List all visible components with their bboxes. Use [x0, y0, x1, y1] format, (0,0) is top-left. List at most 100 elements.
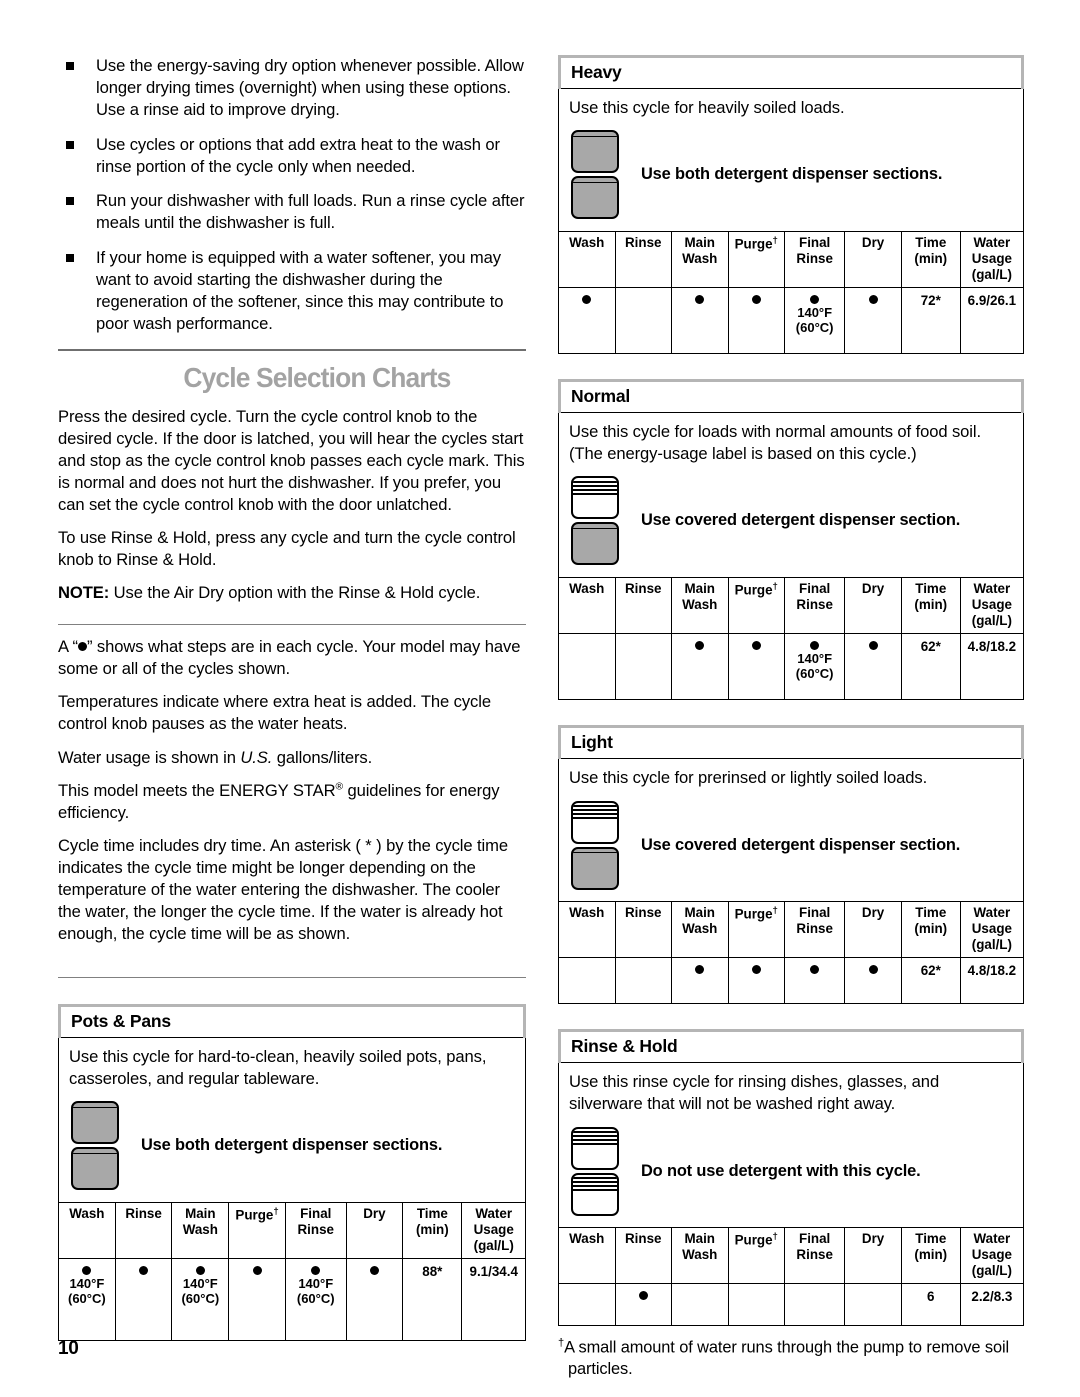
dagger-icon: †: [772, 234, 778, 246]
table-header-row: Wash Rinse Main Wash Purge† Final Rinse …: [558, 576, 1025, 635]
cycle-body: Use this cycle for prerinsed or lightly …: [558, 759, 1024, 902]
cycle-body: Use this cycle for heavily soiled loads.…: [558, 89, 1024, 231]
energy-tips-bullet-list: Use the energy-saving dry option wheneve…: [58, 55, 526, 335]
column-header-dry: Dry: [844, 901, 902, 959]
column-header-main-wash: Main Wash: [671, 230, 729, 289]
detergent-dispenser-icon: [71, 1101, 127, 1191]
cycle-panel-normal: Normal Use this cycle for loads with nor…: [558, 379, 1025, 701]
cycle-header-bar: Heavy: [558, 55, 1024, 89]
temp-celsius: (60°C): [181, 1291, 220, 1306]
cell-wash: [558, 633, 616, 701]
table-header-row: Wash Rinse Main Wash Purge† Final Rinse …: [558, 230, 1025, 289]
column-header-wash: Wash: [558, 230, 616, 289]
step-dot-icon: [195, 1266, 205, 1276]
detergent-dispenser-icon: [571, 800, 627, 890]
lid-line: [573, 181, 617, 184]
lid-line: [573, 135, 617, 138]
cell-time: 62*: [900, 633, 961, 701]
cycle-panel-light: Light Use this cycle for prerinsed or li…: [558, 725, 1025, 1005]
registered-trademark-icon: ®: [335, 781, 343, 793]
cycle-title: Rinse & Hold: [561, 1032, 1021, 1064]
column-header-water-usage: Water Usage (gal/L): [959, 1227, 1025, 1285]
column-header-rinse: Rinse: [114, 1201, 173, 1260]
note-label: NOTE:: [58, 583, 110, 603]
cell-water-usage: 6.9/26.1: [959, 287, 1025, 355]
cell-final-rinse: 140°F (60°C): [284, 1258, 347, 1342]
temp-fahrenheit: 140°F: [797, 651, 833, 667]
step-dot-icon: [868, 641, 878, 651]
column-header-dry: Dry: [844, 576, 902, 635]
table-row: 62* 4.8/18.2: [558, 957, 1025, 1005]
dispenser-instruction-row: Use covered detergent dispenser section.: [569, 471, 1013, 577]
step-dot-icon: [582, 295, 592, 305]
cycle-table-light: Wash Rinse Main Wash Purge† Final Rinse …: [558, 901, 1025, 1005]
cycle-panel-pots-and-pans: Pots & Pans Use this cycle for hard-to-c…: [58, 1004, 526, 1342]
temp-fahrenheit: 140°F: [797, 305, 833, 321]
step-dot-icon: [638, 1291, 648, 1301]
table-row: 140°F (60°C) 72* 6.9/26.1: [558, 287, 1025, 355]
cell-dry: [844, 957, 902, 1005]
cell-final-rinse: [783, 957, 846, 1005]
column-header-main-wash: Main Wash: [671, 901, 729, 959]
column-header-dry: Dry: [345, 1201, 404, 1260]
table-header-row: Wash Rinse Main Wash Purge† Final Rinse …: [558, 1227, 1025, 1285]
cell-time: 6: [900, 1283, 961, 1327]
cell-dry: [844, 1283, 902, 1327]
step-dot-icon: [751, 295, 761, 305]
column-header-final-rinse: Final Rinse: [783, 576, 846, 635]
column-header-water-usage: Water Usage (gal/L): [959, 576, 1025, 635]
square-bullet-icon: [66, 62, 74, 70]
purge-label: Purge: [734, 236, 773, 252]
column-header-final-rinse: Final Rinse: [783, 230, 846, 289]
cell-rinse: [614, 1283, 672, 1327]
cycle-header-bar: Rinse & Hold: [558, 1029, 1024, 1064]
dispenser-top-section-icon: [571, 800, 619, 844]
list-item: Use the energy-saving dry option wheneve…: [58, 55, 526, 121]
step-dot-icon: [695, 965, 705, 975]
column-header-water-usage: Water Usage (gal/L): [461, 1201, 526, 1260]
column-header-wash: Wash: [558, 1227, 616, 1285]
cell-purge: [727, 633, 785, 701]
cell-rinse: [614, 633, 672, 701]
cell-main-wash: [671, 633, 729, 701]
cycle-body: Use this rinse cycle for rinsing dishes,…: [558, 1063, 1024, 1228]
cycle-table-normal: Wash Rinse Main Wash Purge† Final Rinse …: [558, 576, 1025, 701]
paragraph-temperatures: Temperatures indicate where extra heat i…: [58, 692, 491, 734]
dispenser-instruction-row: Do not use detergent with this cycle.: [569, 1121, 1013, 1227]
cycle-body: Use this cycle for hard-to-clean, heavil…: [58, 1038, 526, 1202]
cycle-description: Use this cycle for loads with normal amo…: [569, 422, 981, 464]
lid-line: [73, 1152, 117, 1155]
column-header-final-rinse: Final Rinse: [284, 1201, 347, 1260]
list-item: Use cycles or options that add extra hea…: [58, 134, 526, 178]
cell-dry: [844, 287, 902, 355]
paragraph-cycle-time: Cycle time includes dry time. An asteris…: [58, 835, 508, 943]
column-header-rinse: Rinse: [614, 230, 672, 289]
dispenser-top-section-icon: [571, 476, 619, 520]
column-header-wash: Wash: [558, 576, 616, 635]
step-dot-icon: [810, 965, 820, 975]
detergent-dispenser-icon: [571, 130, 627, 220]
energy-star-pre: This model meets the ENERGY STAR: [58, 780, 336, 800]
column-header-main-wash: Main Wash: [671, 1227, 729, 1285]
cover-stripes-icon: [573, 1129, 617, 1145]
dispenser-instruction-row: Use both detergent dispenser sections.: [569, 125, 1013, 231]
column-header-purge: Purge†: [228, 1201, 286, 1260]
dispenser-instruction-row: Use covered detergent dispenser section.: [569, 795, 1013, 901]
dagger-icon: †: [772, 1231, 778, 1243]
bullet-text: Use the energy-saving dry option wheneve…: [96, 56, 524, 119]
dispenser-instruction-row: Use both detergent dispenser sections.: [69, 1096, 515, 1202]
detergent-dispenser-icon: [571, 1126, 627, 1216]
cycle-description: Use this cycle for prerinsed or lightly …: [569, 768, 928, 788]
cycle-table-rinse-and-hold: Wash Rinse Main Wash Purge† Final Rinse …: [558, 1227, 1025, 1327]
lid-line: [573, 527, 617, 530]
cell-purge: [228, 1258, 286, 1342]
dispenser-bottom-section-icon: [571, 1172, 619, 1216]
dispenser-bottom-section-icon: [571, 522, 619, 566]
temp-celsius: (60°C): [68, 1291, 106, 1306]
list-item: Run your dishwasher with full loads. Run…: [58, 190, 526, 234]
temp-celsius: (60°C): [795, 320, 834, 336]
column-header-purge: Purge†: [727, 1227, 785, 1285]
lid-line: [573, 852, 617, 854]
cell-dry: [345, 1258, 404, 1342]
cover-stripes-icon: [573, 1175, 617, 1191]
